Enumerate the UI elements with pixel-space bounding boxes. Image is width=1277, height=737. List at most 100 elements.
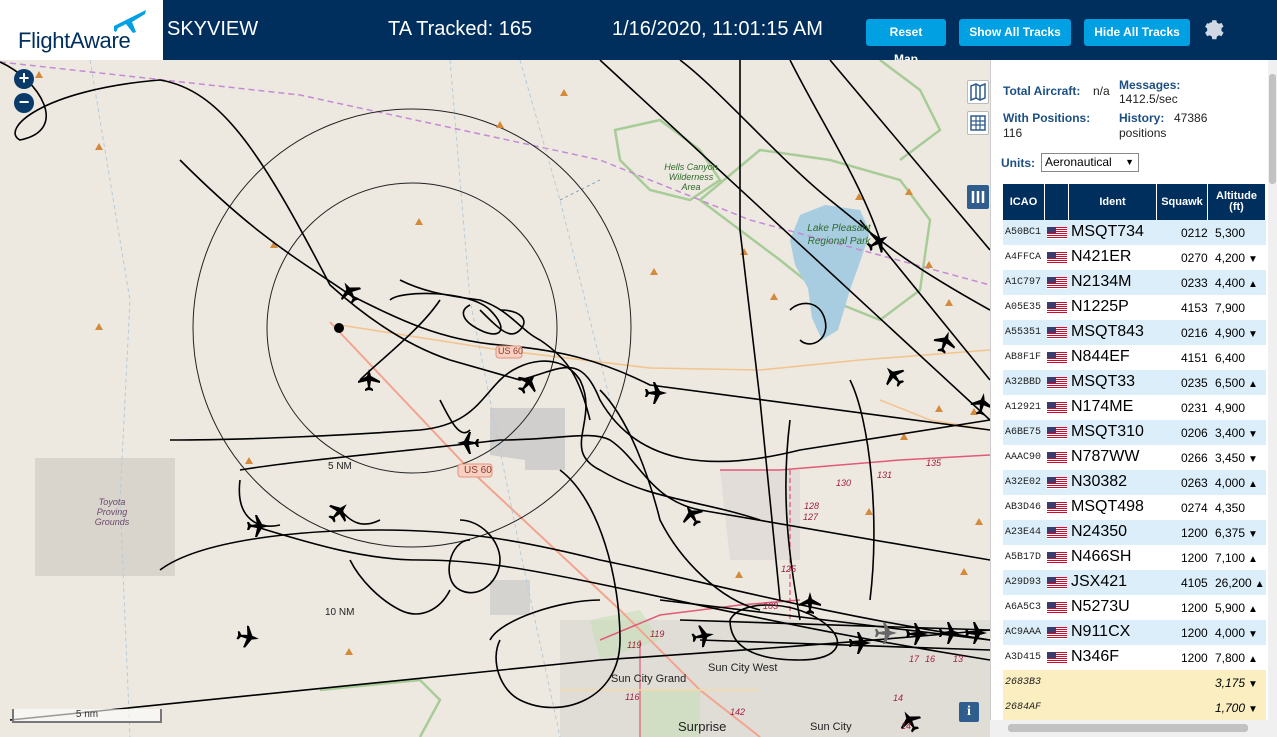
altitude-value: 4,200 — [1215, 251, 1246, 265]
place-label-surprise: Surprise — [678, 719, 727, 734]
altitude-value: 6,400 — [1215, 351, 1246, 365]
squawk-cell: 0216 — [1181, 326, 1208, 340]
map[interactable]: 5 NM 10 NM US 60 US 60 Hells Canyon Wild… — [0, 60, 990, 737]
table-row[interactable]: A4FFCA N421ER 0270 4,200 ▼ — [1003, 245, 1266, 270]
column-header-altitude[interactable]: Altitude (ft) — [1208, 184, 1266, 220]
panel-scrollbar[interactable] — [1268, 60, 1277, 720]
road-label: 119 — [627, 640, 642, 650]
zoom-in-button[interactable]: + — [14, 69, 34, 89]
show-all-tracks-button[interactable]: Show All Tracks — [959, 19, 1071, 46]
altitude-value: 3,175 — [1215, 676, 1246, 690]
altitude-cell: 3,175 ▼ — [1215, 676, 1258, 690]
ident-cell: N174ME — [1071, 398, 1134, 415]
road-label: 14 — [893, 693, 904, 703]
squawk-cell: 0263 — [1181, 476, 1208, 490]
table-row[interactable]: A6BE75 MSQT310 0206 3,400 ▼ — [1003, 420, 1266, 445]
table-row[interactable]: 2683B3 3,175 ▼ — [1003, 670, 1266, 695]
us-flag-icon — [1047, 352, 1067, 364]
column-header-icao[interactable]: ICAO — [1003, 184, 1045, 220]
table-row[interactable]: AC9AAA N911CX 1200 4,000 ▼ — [1003, 620, 1266, 645]
road-label: 142 — [730, 707, 746, 717]
altitude-value: 5,900 — [1215, 601, 1246, 615]
gear-icon[interactable] — [1201, 17, 1225, 41]
column-header-squawk[interactable]: Squawk — [1157, 184, 1208, 220]
scroll-thumb[interactable] — [1269, 74, 1276, 184]
info-button[interactable]: i — [959, 702, 979, 722]
altitude-trend-icon: ▼ — [1248, 679, 1258, 690]
column-header-ident[interactable]: Ident — [1069, 184, 1157, 220]
horizontal-scroll-thumb[interactable] — [1008, 724, 1248, 732]
icao-cell: AB8F1F — [1005, 352, 1042, 363]
squawk-cell: 1200 — [1181, 601, 1208, 615]
columns-icon — [971, 191, 985, 203]
table-row[interactable]: A50BC1 MSQT734 0212 5,300 — [1003, 220, 1266, 245]
map-layer-toggle[interactable] — [967, 80, 989, 104]
zoom-out-button[interactable]: − — [14, 93, 34, 113]
road-label: 130 — [836, 478, 852, 488]
icao-cell: A1C797 — [1005, 277, 1042, 288]
panel-horizontal-scrollbar[interactable] — [990, 720, 1277, 737]
table-row[interactable]: 2684AF 1,700 ▼ — [1003, 695, 1266, 720]
place-label-toyota: Toyota Proving Grounds — [94, 497, 130, 527]
table-row[interactable]: A5B17D N466SH 1200 7,100 ▲ — [1003, 545, 1266, 570]
table-row[interactable]: A32E02 N30382 0263 4,000 ▲ — [1003, 470, 1266, 495]
icao-cell: A29D93 — [1005, 577, 1042, 588]
altitude-value: 3,400 — [1215, 426, 1246, 440]
altitude-value: 6,500 — [1215, 376, 1246, 390]
table-row[interactable]: A1C797 N2134M 0233 4,400 ▲ — [1003, 270, 1266, 295]
table-row[interactable]: A32BBD MSQT33 0235 6,500 ▲ — [1003, 370, 1266, 395]
altitude-value: 1,700 — [1215, 701, 1246, 715]
total-aircraft-label: Total Aircraft: — [1003, 84, 1081, 98]
map-canvas[interactable] — [0, 60, 990, 737]
us-flag-icon — [1047, 602, 1067, 614]
us-flag-icon — [1047, 427, 1067, 439]
icao-cell: AB3D46 — [1005, 502, 1042, 513]
column-header-flag[interactable] — [1045, 184, 1069, 220]
total-aircraft-value: n/a — [1093, 84, 1110, 98]
ident-cell: MSQT843 — [1071, 323, 1144, 340]
grid-toggle[interactable] — [967, 111, 989, 135]
place-label-sun-city: Sun City — [810, 721, 852, 733]
altitude-trend-icon: ▲ — [1248, 554, 1258, 565]
squawk-cell: 1200 — [1181, 651, 1208, 665]
columns-toggle[interactable] — [967, 185, 989, 209]
table-row[interactable]: A12921 N174ME 0231 4,900 — [1003, 395, 1266, 420]
altitude-value: 4,000 — [1215, 476, 1246, 490]
altitude-cell: 6,375 ▼ — [1215, 526, 1258, 540]
icao-cell: A05E35 — [1005, 302, 1042, 313]
place-label-sun-city-grand: Sun City Grand — [611, 673, 687, 685]
altitude-cell: 1,700 ▼ — [1215, 701, 1258, 715]
app-title: SKYVIEW — [167, 18, 259, 40]
hide-all-tracks-button[interactable]: Hide All Tracks — [1084, 19, 1190, 46]
with-positions-value: 116 — [1003, 126, 1023, 140]
table-row[interactable]: A23E44 N24350 1200 6,375 ▼ — [1003, 520, 1266, 545]
chevron-down-icon: ▼ — [1125, 157, 1134, 167]
us-flag-icon — [1047, 402, 1067, 414]
map-icon — [970, 82, 986, 102]
logo[interactable]: FlightAware — [0, 0, 163, 60]
table-row[interactable]: AAAC90 N787WW 0266 3,450 ▼ — [1003, 445, 1266, 470]
altitude-cell: 3,450 ▼ — [1215, 451, 1258, 465]
table-row[interactable]: A6A5C3 N5273U 1200 5,900 ▲ — [1003, 595, 1266, 620]
road-label: 116 — [625, 692, 640, 702]
squawk-cell: 4105 — [1181, 576, 1208, 590]
history-value: 47386 positions — [1119, 111, 1208, 140]
table-row[interactable]: A3D415 N346F 1200 7,800 ▲ — [1003, 645, 1266, 670]
table-row[interactable]: A29D93 JSX421 4105 26,200 ▲ — [1003, 570, 1266, 595]
altitude-cell: 5,900 ▲ — [1215, 601, 1258, 615]
altitude-trend-icon: ▲ — [1248, 654, 1258, 665]
table-row[interactable]: AB8F1F N844EF 4151 6,400 — [1003, 345, 1266, 370]
ring-label-10nm: 10 NM — [325, 607, 355, 618]
messages-value: 1412.5/sec — [1119, 92, 1178, 106]
altitude-value: 3,450 — [1215, 451, 1246, 465]
altitude-cell: 4,000 ▼ — [1215, 626, 1258, 640]
altitude-cell: 3,400 ▼ — [1215, 426, 1258, 440]
reset-map-button[interactable]: Reset Map — [866, 19, 946, 66]
units-select[interactable]: Aeronautical ▼ — [1041, 153, 1139, 172]
table-row[interactable]: A05E35 N1225P 4153 7,900 — [1003, 295, 1266, 320]
table-row[interactable]: A55351 MSQT843 0216 4,900 ▼ — [1003, 320, 1266, 345]
icao-cell: A23E44 — [1005, 527, 1042, 538]
ident-cell: N346F — [1071, 648, 1120, 665]
table-row[interactable]: AB3D46 MSQT498 0274 4,350 — [1003, 495, 1266, 520]
altitude-cell: 5,300 — [1215, 226, 1248, 240]
